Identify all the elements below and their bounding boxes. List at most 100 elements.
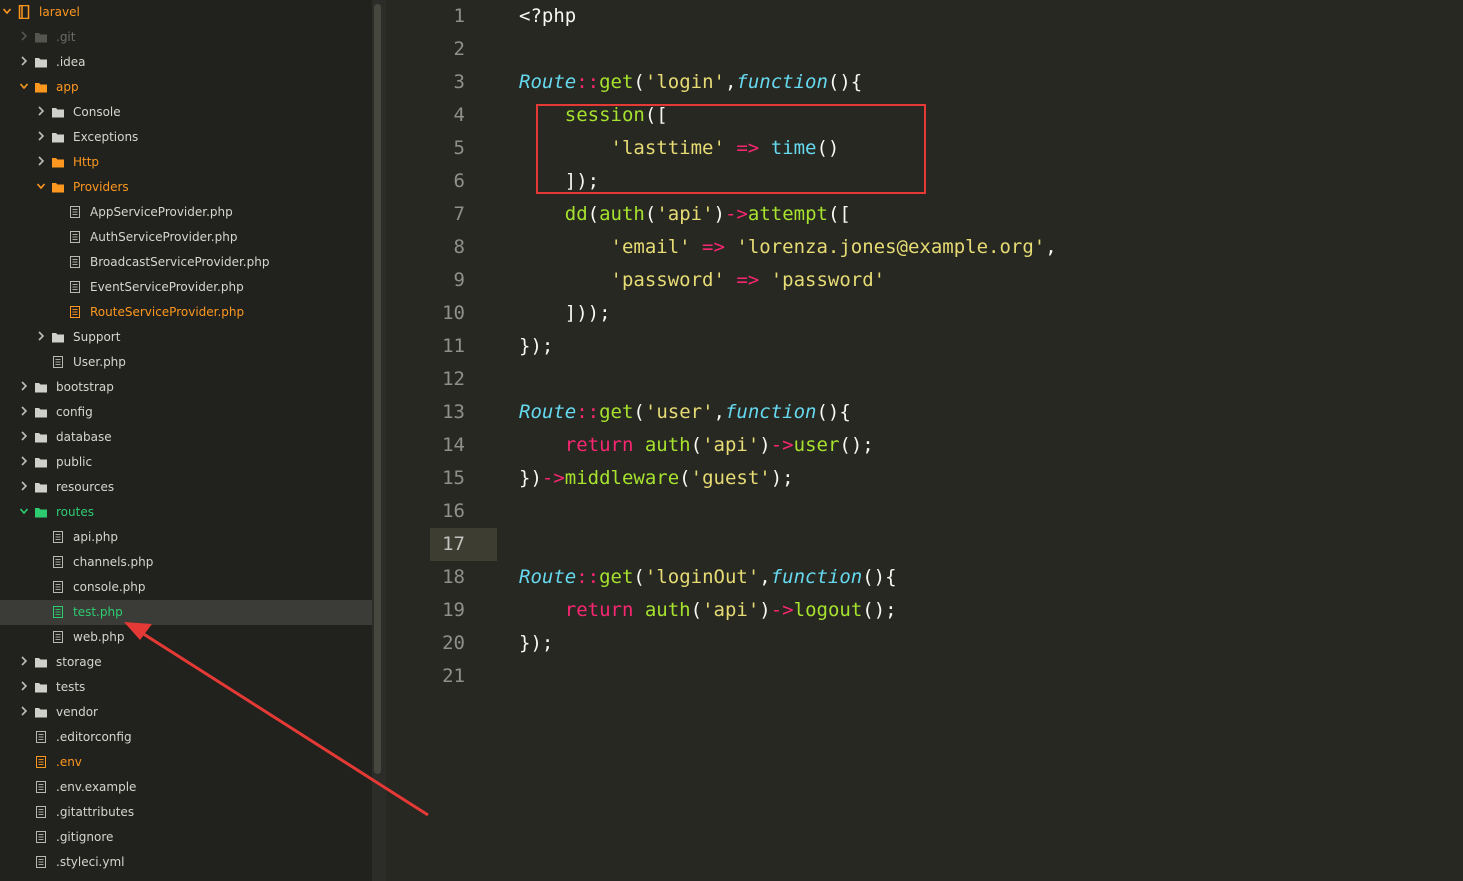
sidebar-scrollbar-thumb[interactable] [374, 4, 381, 774]
chevron-right-icon[interactable] [36, 329, 46, 343]
code-line[interactable]: Route::get('user',function(){ [519, 396, 851, 429]
file-item-channels-php[interactable]: channels.php [0, 550, 372, 575]
chevron-right-icon[interactable] [19, 429, 29, 443]
folder-item-storage[interactable]: storage [0, 650, 372, 675]
code-line[interactable]: }); [519, 627, 553, 660]
file-item-styleci-yml[interactable]: .styleci.yml [0, 850, 372, 875]
line-number: 4 [453, 104, 465, 126]
code-token: 'loginOut' [644, 566, 760, 588]
folder-item-support[interactable]: Support [0, 325, 372, 350]
code-token: return [564, 434, 634, 456]
file-item-gitignore[interactable]: .gitignore [0, 825, 372, 850]
line-number: 21 [442, 665, 465, 687]
folder-item-database[interactable]: database [0, 425, 372, 450]
file-icon [68, 230, 82, 244]
code-line[interactable]: })->middleware('guest'); [519, 462, 794, 495]
chevron-right-icon[interactable] [19, 704, 29, 718]
file-item-env-example[interactable]: .env.example [0, 775, 372, 800]
code-token: 'login' [644, 71, 725, 93]
chevron-right-icon[interactable] [36, 129, 46, 143]
code-token: middleware [564, 467, 680, 489]
file-icon [68, 205, 82, 219]
line-number: 14 [442, 434, 465, 456]
folder-item-exceptions[interactable]: Exceptions [0, 125, 372, 150]
chevron-down-icon[interactable] [36, 179, 46, 193]
code-token: (){ [827, 71, 863, 93]
code-line[interactable]: Route::get('loginOut',function(){ [519, 561, 897, 594]
file-item-env[interactable]: .env [0, 750, 372, 775]
chevron-right-icon[interactable] [19, 404, 29, 418]
code-line[interactable]: <?php [519, 0, 576, 33]
chevron-down-icon[interactable] [2, 4, 12, 18]
folder-item-laravel[interactable]: laravel [0, 0, 372, 25]
folder-icon [51, 130, 65, 144]
chevron-right-icon[interactable] [19, 479, 29, 493]
tree-item-label: .git [56, 30, 76, 44]
folder-icon [51, 330, 65, 344]
file-item-user-php[interactable]: User.php [0, 350, 372, 375]
folder-item-config[interactable]: config [0, 400, 372, 425]
line-number: 15 [442, 467, 465, 489]
code-line[interactable]: Route::get('login',function(){ [519, 66, 862, 99]
file-icon [68, 280, 82, 294]
chevron-down-icon[interactable] [19, 79, 29, 93]
folder-item-console[interactable]: Console [0, 100, 372, 125]
chevron-right-icon[interactable] [19, 29, 29, 43]
chevron-right-icon[interactable] [19, 654, 29, 668]
chevron-right-icon[interactable] [36, 104, 46, 118]
file-icon [51, 355, 65, 369]
code-line[interactable]: dd(auth('api')->attempt([ [519, 198, 851, 231]
folder-item-http[interactable]: Http [0, 150, 372, 175]
code-line[interactable]: 'password' => 'password' [519, 264, 886, 297]
file-item-eventserviceprovider-php[interactable]: EventServiceProvider.php [0, 275, 372, 300]
file-icon [68, 255, 82, 269]
code-token: (); [862, 599, 897, 621]
folder-item-bootstrap[interactable]: bootstrap [0, 375, 372, 400]
code-token: }) [519, 467, 542, 489]
code-token: ( [644, 203, 657, 225]
folder-item-app[interactable]: app [0, 75, 372, 100]
folder-item-routes[interactable]: routes [0, 500, 372, 525]
folder-item-git[interactable]: .git [0, 25, 372, 50]
line-number: 1 [453, 5, 465, 27]
file-item-test-php[interactable]: test.php [0, 600, 372, 625]
chevron-right-icon[interactable] [36, 154, 46, 168]
code-token: auth [599, 203, 645, 225]
folder-item-idea[interactable]: .idea [0, 50, 372, 75]
chevron-right-icon[interactable] [19, 679, 29, 693]
line-number: 10 [442, 302, 465, 324]
code-line[interactable]: return auth('api')->user(); [519, 429, 874, 462]
code-token: auth [644, 434, 691, 456]
folder-item-vendor[interactable]: vendor [0, 700, 372, 725]
code-token: function [770, 566, 863, 588]
folder-item-tests[interactable]: tests [0, 675, 372, 700]
chevron-right-icon[interactable] [19, 379, 29, 393]
code-line[interactable]: 'email' => 'lorenza.jones@example.org', [519, 231, 1057, 264]
folder-item-resources[interactable]: resources [0, 475, 372, 500]
file-item-authserviceprovider-php[interactable]: AuthServiceProvider.php [0, 225, 372, 250]
file-item-editorconfig[interactable]: .editorconfig [0, 725, 372, 750]
file-item-console-php[interactable]: console.php [0, 575, 372, 600]
folder-item-providers[interactable]: Providers [0, 175, 372, 200]
file-item-appserviceprovider-php[interactable]: AppServiceProvider.php [0, 200, 372, 225]
folder-item-public[interactable]: public [0, 450, 372, 475]
chevron-right-icon[interactable] [19, 454, 29, 468]
chevron-down-icon[interactable] [19, 504, 29, 518]
tree-item-label: .gitattributes [56, 805, 135, 819]
file-item-api-php[interactable]: api.php [0, 525, 372, 550]
code-token: Route [519, 71, 577, 93]
code-line[interactable]: return auth('api')->logout(); [519, 594, 897, 627]
file-item-web-php[interactable]: web.php [0, 625, 372, 650]
chevron-right-icon[interactable] [19, 54, 29, 68]
code-line[interactable]: ])); [519, 297, 611, 330]
folder-icon [34, 705, 48, 719]
file-item-routeserviceprovider-php[interactable]: RouteServiceProvider.php [0, 300, 372, 325]
file-item-broadcastserviceprovider-php[interactable]: BroadcastServiceProvider.php [0, 250, 372, 275]
code-line[interactable]: }); [519, 330, 553, 363]
file-item-gitattributes[interactable]: .gitattributes [0, 800, 372, 825]
tree-item-label: Exceptions [73, 130, 139, 144]
code-token: auth [644, 599, 691, 621]
file-icon [34, 855, 48, 869]
